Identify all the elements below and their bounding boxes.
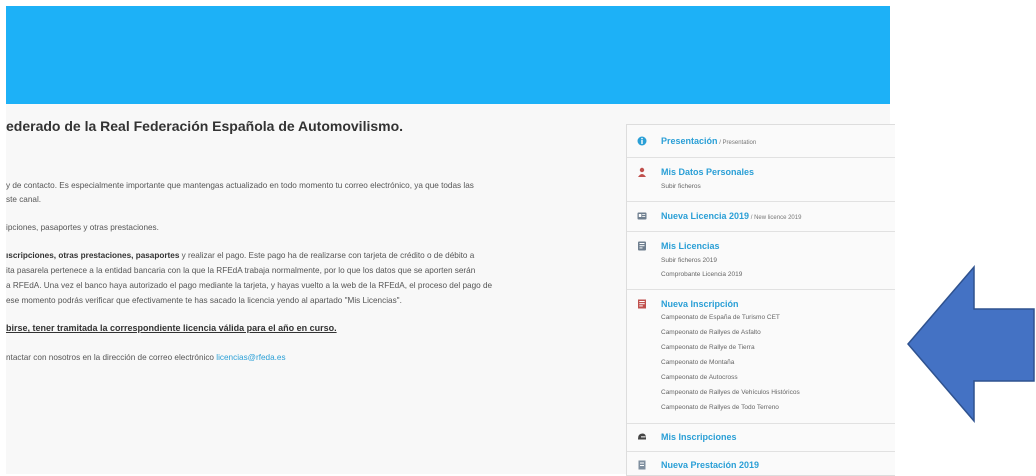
submenu-item-vehiculos-historicos[interactable]: Campeonato de Rallyes de Vehículos Histó… xyxy=(661,389,800,396)
payment-rest-text: y realizar el pago. Este pago ha de real… xyxy=(179,251,475,260)
sidebar-item-label[interactable]: Mis Licencias xyxy=(661,241,720,251)
id-card-icon xyxy=(637,212,647,220)
sidebar-item-mis-inscripciones[interactable]: Mis Inscripciones xyxy=(627,423,895,452)
submenu-item-montana[interactable]: Campeonato de Montaña xyxy=(661,359,734,366)
sidebar-item-label[interactable]: Mis Inscripciones xyxy=(661,432,737,442)
sidebar-item-mis-datos-personales[interactable]: Mis Datos Personales Subir ficheros xyxy=(627,157,895,202)
header-banner xyxy=(6,6,890,104)
submenu-item[interactable]: Subir ficheros xyxy=(661,183,701,190)
sidebar-item-label[interactable]: Presentación xyxy=(661,136,718,146)
submenu-item[interactable]: Comprobante Licencia 2019 xyxy=(661,271,742,278)
licence-requirement-text: birse, tener tramitada la correspondient… xyxy=(6,323,337,333)
payment-text-line1: ıscripciones, otras prestaciones, pasapo… xyxy=(6,250,474,261)
sidebar-item-label[interactable]: Mis Datos Personales xyxy=(661,167,754,177)
contact-text: ntactar con nosotros en la dirección de … xyxy=(6,352,286,363)
document-icon xyxy=(638,460,646,470)
services-text: ipciones, pasaportes y otras prestacione… xyxy=(6,223,159,232)
sidebar-menu: Presentación / Presentation Mis Datos Pe… xyxy=(626,124,895,476)
submenu-item-rallye-tierra[interactable]: Campeonato de Rallye de Tierra xyxy=(661,344,755,351)
sidebar-item-label[interactable]: Nueva Prestación 2019 xyxy=(661,460,759,470)
sidebar-item-sublabel: Presentation xyxy=(722,140,757,146)
info-icon xyxy=(637,136,647,146)
contact-email-link[interactable]: licencias@rfeda.es xyxy=(216,353,285,362)
licences-icon xyxy=(638,241,646,251)
payment-bold-text: ıscripciones, otras prestaciones, pasapo… xyxy=(6,251,180,260)
sidebar-item-label[interactable]: Nueva Licencia 2019 xyxy=(661,211,749,221)
submenu-item-rallyes-asfalto[interactable]: Campeonato de Rallyes de Asfalto xyxy=(661,329,761,336)
submenu-item-cet[interactable]: Campeonato de España de Turismo CET xyxy=(661,314,780,321)
payment-text-line3: a RFEdA. Una vez el banco haya autorizad… xyxy=(6,281,493,290)
page-title: ederado de la Real Federación Española d… xyxy=(6,118,404,134)
intro-text-line1: y de contacto. Es especialmente importan… xyxy=(6,181,474,190)
sidebar-item-sublabel: New licence 2019 xyxy=(754,215,802,221)
sidebar-item-label[interactable]: Nueva Inscripción xyxy=(661,299,739,309)
left-arrow-annotation xyxy=(907,265,1035,423)
payment-text-line2: ita pasarela pertenece a la entidad banc… xyxy=(6,266,476,275)
user-icon xyxy=(638,167,646,177)
sidebar-item-presentacion[interactable]: Presentación / Presentation xyxy=(627,125,895,158)
registration-form-icon xyxy=(638,299,646,309)
page-content: ederado de la Real Federación Española d… xyxy=(6,104,895,476)
sidebar-item-nueva-licencia[interactable]: Nueva Licencia 2019 / New licence 2019 xyxy=(627,201,895,232)
sidebar-item-nueva-prestacion[interactable]: Nueva Prestación 2019 xyxy=(627,451,895,475)
sidebar-item-nueva-inscripcion[interactable]: Nueva Inscripción Campeonato de España d… xyxy=(627,289,895,424)
submenu-item[interactable]: Subir ficheros 2019 xyxy=(661,257,717,264)
payment-text-line4: ese momento podrás verificar que efectiv… xyxy=(6,296,402,305)
helmet-icon xyxy=(638,433,646,440)
submenu-item-autocross[interactable]: Campeonato de Autocross xyxy=(661,374,738,381)
submenu-item-todo-terreno[interactable]: Campeonato de Rallyes de Todo Terreno xyxy=(661,404,779,411)
contact-label: ntactar con nosotros en la dirección de … xyxy=(6,353,217,362)
intro-text-line2: ste canal. xyxy=(6,195,42,204)
sidebar-item-mis-licencias[interactable]: Mis Licencias Subir ficheros 2019 Compro… xyxy=(627,231,895,290)
